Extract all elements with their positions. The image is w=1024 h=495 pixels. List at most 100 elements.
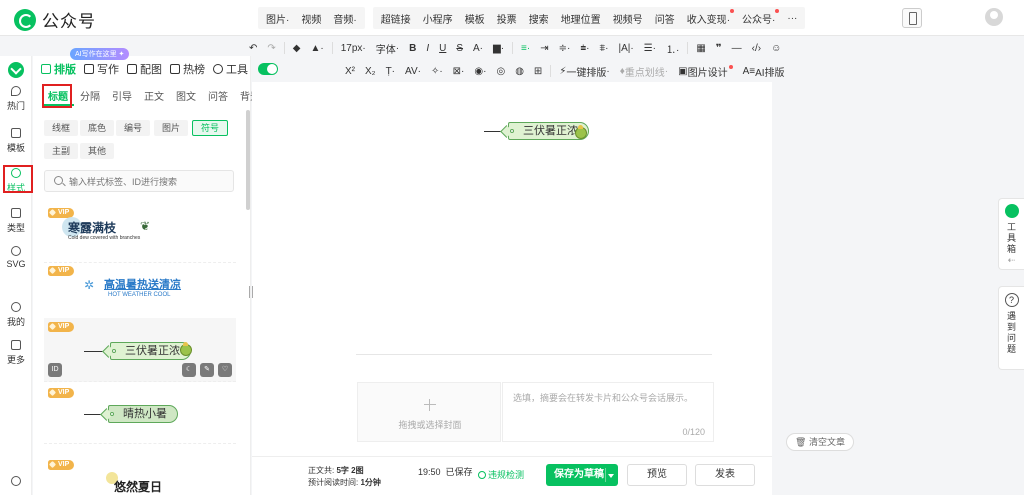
nav-type[interactable]: 类型	[0, 208, 32, 234]
tab-hot-list[interactable]: 热榜	[170, 61, 205, 77]
menu-official-account[interactable]: 公众号·	[736, 8, 781, 26]
paragraph-after-icon[interactable]: ⩨·	[595, 38, 614, 58]
tab-write[interactable]: 写作	[84, 61, 119, 77]
font-color-icon[interactable]: A·	[468, 38, 488, 58]
nav-template[interactable]: 模板	[0, 128, 32, 154]
emoji-icon[interactable]: ☺	[766, 38, 786, 58]
bold-icon[interactable]: B	[404, 38, 421, 58]
preview-button[interactable]: 预览	[627, 464, 687, 486]
quote-icon[interactable]: ❞	[711, 38, 727, 58]
clear-format-icon[interactable]: ▲·	[305, 38, 328, 58]
chip-number[interactable]: 编号	[116, 120, 151, 136]
underline-icon[interactable]: U	[434, 38, 451, 58]
format-painter-icon[interactable]: ◆	[288, 38, 306, 58]
menu-template[interactable]: 模板	[459, 11, 491, 26]
style-card[interactable]: VIP 悠然夏日	[44, 456, 236, 495]
image-design-button[interactable]: ▣ 图片设计	[673, 61, 737, 81]
toolbox-icon[interactable]: ⊞	[529, 61, 547, 81]
background-color-icon[interactable]: ▆·	[488, 38, 509, 58]
help-float[interactable]: ? 遇到问题	[998, 286, 1024, 370]
style-card[interactable]: VIP 晴热小暑	[44, 384, 236, 444]
undo-icon[interactable]: ↶	[244, 38, 262, 58]
line-height-icon[interactable]: ≑·	[554, 38, 576, 58]
menu-image[interactable]: 图片·	[260, 11, 295, 26]
chip-symbol[interactable]: 符号	[192, 120, 229, 136]
letter-spacing-icon[interactable]: |A|·	[613, 38, 638, 58]
toolbox-float[interactable]: 工具箱 ⇠	[998, 198, 1024, 270]
nav-svg[interactable]: SVG	[0, 246, 32, 269]
editor-plugin-logo-icon[interactable]	[8, 62, 24, 78]
tab-guide[interactable]: 引导	[106, 90, 138, 106]
menu-miniprogram[interactable]: 小程序	[417, 11, 459, 26]
nav-more[interactable]: 更多	[0, 340, 32, 366]
chip-main-sub[interactable]: 主副	[44, 143, 79, 159]
subscript-icon[interactable]: X₂	[360, 61, 381, 81]
one-click-layout-button[interactable]: ⚡ 一键排版 ·	[554, 61, 614, 81]
redo-icon[interactable]: ↷	[262, 38, 280, 58]
text-style-icon[interactable]: AV·	[400, 61, 426, 81]
publish-button[interactable]: 发表	[695, 464, 755, 486]
strikethrough-icon[interactable]: S	[451, 38, 468, 58]
tab-tools[interactable]: 工具	[213, 61, 248, 77]
align-left-icon[interactable]: ≡·	[516, 38, 535, 58]
style-card[interactable]: VIP 寒露满枝 Cold dew covered with branches …	[44, 203, 236, 263]
app-logo[interactable]: 公众号	[14, 7, 96, 32]
superscript-icon[interactable]: X²	[340, 61, 360, 81]
layout-icon[interactable]: ⊠·	[448, 61, 470, 81]
tab-image[interactable]: 配图	[127, 61, 162, 77]
mobile-preview-icon[interactable]	[902, 8, 922, 28]
tab-layout[interactable]: 排版	[41, 61, 76, 77]
menu-link[interactable]: 超链接	[375, 11, 417, 26]
emphasis-button[interactable]: ♦ 重点划线 ·	[615, 61, 673, 81]
nav-hot[interactable]: 热门	[0, 86, 32, 112]
panel-scrollbar[interactable]	[246, 110, 250, 210]
html-icon[interactable]: ◍	[510, 61, 529, 81]
magic-icon[interactable]: ✧·	[426, 61, 448, 81]
panel-collapse-handle[interactable]	[248, 286, 254, 298]
chip-other[interactable]: 其他	[80, 143, 115, 159]
edit-icon[interactable]: ✎	[200, 363, 214, 377]
ordered-list-icon[interactable]: ⒈·	[661, 38, 684, 58]
save-draft-button[interactable]: 保存为草稿	[546, 464, 618, 486]
favorite-icon[interactable]: ♡	[218, 363, 232, 377]
text-case-icon[interactable]: Ṭ·	[381, 61, 400, 81]
italic-icon[interactable]: I	[421, 38, 434, 58]
menu-qa[interactable]: 问答	[649, 11, 681, 26]
search-input[interactable]	[69, 174, 229, 189]
chip-fill[interactable]: 底色	[80, 120, 115, 136]
chip-image[interactable]: 图片	[154, 120, 189, 136]
table-icon[interactable]: ▦	[691, 38, 710, 58]
unordered-list-icon[interactable]: ☰·	[639, 38, 661, 58]
id-button[interactable]: ID	[48, 363, 62, 377]
nav-mine[interactable]: 我的	[0, 302, 32, 328]
ai-layout-button[interactable]: A≡ AI排版	[738, 61, 790, 81]
avatar[interactable]	[985, 8, 1003, 26]
menu-more[interactable]: ···	[781, 13, 803, 24]
menu-monetize[interactable]: 收入变现·	[681, 8, 736, 26]
tab-divider[interactable]: 分隔	[74, 90, 106, 106]
tab-qa[interactable]: 问答	[202, 90, 234, 106]
menu-channels[interactable]: 视频号	[607, 11, 649, 26]
search-replace-icon[interactable]: ◎	[491, 61, 510, 81]
style-card-selected[interactable]: VIP 三伏暑正浓 ID ☾ ✎ ♡	[44, 318, 236, 382]
plugin-toggle[interactable]	[258, 63, 278, 75]
font-family-select[interactable]: 字体 ·	[371, 38, 404, 58]
code-icon[interactable]: ‹/›	[747, 38, 766, 58]
menu-audio[interactable]: 音频·	[327, 11, 362, 26]
font-size-select[interactable]: 17px ·	[336, 38, 371, 58]
menu-video[interactable]: 视频	[295, 11, 327, 26]
menu-search[interactable]: 搜索	[523, 11, 555, 26]
tab-body[interactable]: 正文	[138, 90, 170, 106]
style-card[interactable]: VIP ✲ 高温暑热送清凉 HOT WEATHER COOL	[44, 262, 236, 322]
dark-mode-icon[interactable]: ☾	[182, 363, 196, 377]
horizontal-line-icon[interactable]: —	[727, 38, 747, 58]
style-search-field[interactable]	[44, 170, 234, 192]
violation-check-button[interactable]: 违规检测	[478, 468, 524, 481]
summary-field[interactable]: 选填，摘要会在转发卡片和公众号会话展示。 0/120	[502, 382, 714, 442]
clear-article-button[interactable]: 🗑 清空文章	[786, 433, 854, 451]
menu-vote[interactable]: 投票	[491, 11, 523, 26]
nav-support[interactable]	[0, 476, 32, 489]
tab-image-text[interactable]: 图文	[170, 90, 202, 106]
indent-icon[interactable]: ⇥	[535, 38, 553, 58]
paragraph-before-icon[interactable]: ⩧·	[575, 38, 594, 58]
